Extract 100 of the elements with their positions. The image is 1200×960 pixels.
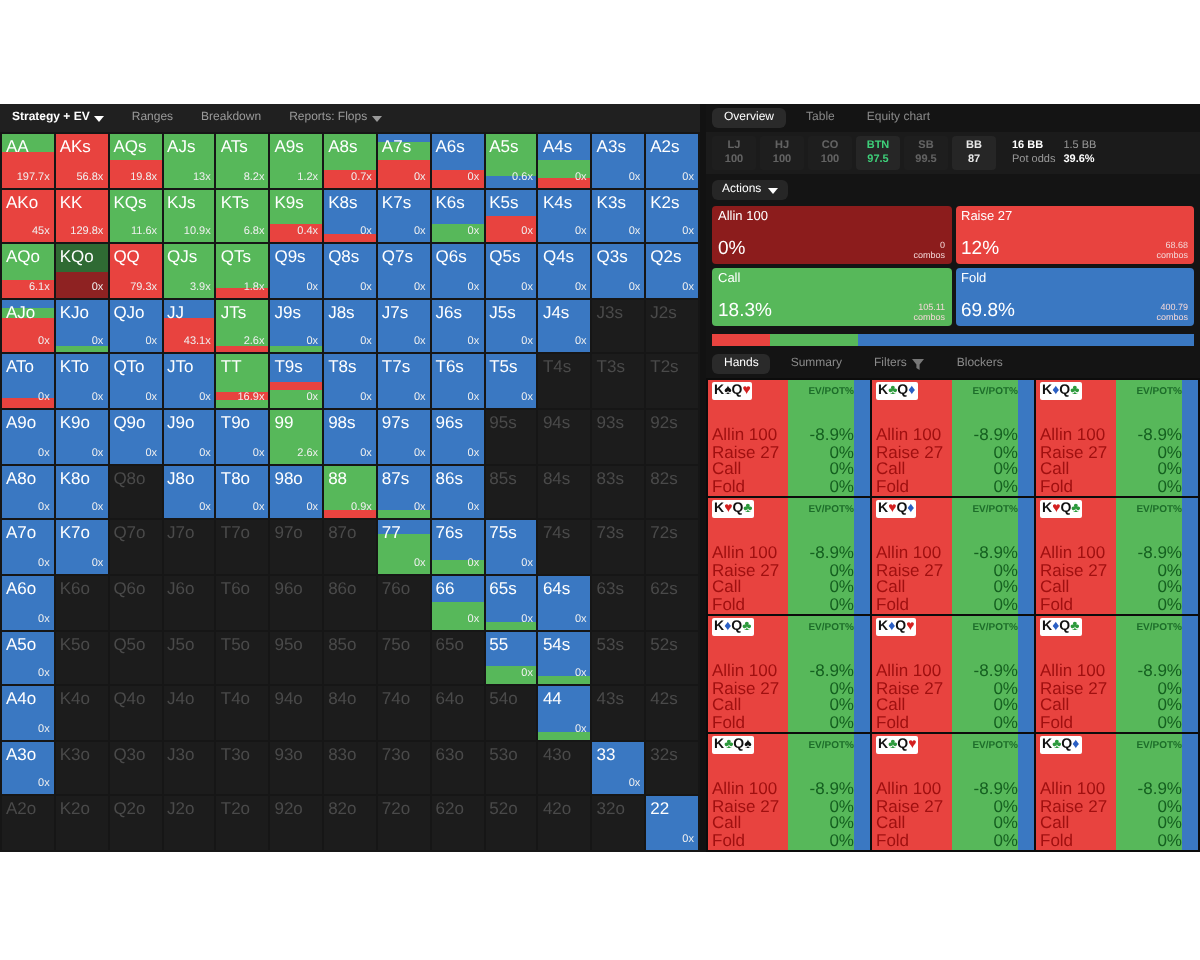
hand-label: Q6s: [435, 246, 467, 267]
ev-value: 0%: [827, 578, 854, 595]
hand-label: KK: [59, 191, 83, 212]
hand-label: 97s: [381, 412, 410, 433]
action-name: Fold: [1040, 595, 1076, 612]
action-name: Call: [1040, 696, 1070, 713]
hand-label: A7s: [381, 136, 412, 156]
ev-value: -8.9%: [973, 662, 1018, 679]
action-name: Raise 27: [876, 561, 946, 578]
action-name: Call: [712, 814, 742, 831]
hand-label: Q9s: [274, 246, 306, 267]
ev-value: -8.9%: [1137, 426, 1182, 443]
ev-value: -8.9%: [1137, 662, 1182, 679]
action-name: Call: [1040, 460, 1070, 477]
hand-label: 55: [489, 633, 509, 654]
action-name: Call: [712, 460, 742, 477]
action-name: Fold: [876, 477, 912, 494]
hand-label: A8o: [6, 467, 37, 488]
hand-label: J4s: [542, 301, 570, 322]
ev-value: 0%: [827, 561, 854, 578]
hand-label: AQo: [6, 246, 41, 267]
hand-label: A6o: [6, 577, 37, 598]
hand-label: A4o: [6, 688, 37, 709]
ev-value: 0%: [991, 797, 1018, 814]
action-frequency: 0%: [718, 238, 748, 260]
action-frequency: 12%: [961, 238, 1002, 260]
ev-value: 0%: [991, 477, 1018, 494]
hand-label: 87s: [381, 467, 410, 488]
ev-value: 0%: [827, 831, 854, 848]
hand-label: QTo: [113, 356, 145, 377]
hand-label: TT: [220, 356, 242, 377]
action-name: Call: [876, 814, 906, 831]
hand-label: K9o: [59, 412, 90, 433]
hand-label: A5o: [6, 633, 37, 654]
hand-label: A3o: [6, 743, 37, 764]
hand-label: KQo: [59, 246, 94, 267]
hand-label: JTs: [220, 301, 247, 322]
action-name: Allin 100: [876, 544, 944, 561]
ev-value: 0%: [827, 797, 854, 814]
hand-label: 98s: [328, 412, 356, 433]
hand-label: Q4s: [542, 246, 575, 267]
hand-label: Q7s: [381, 246, 414, 267]
filter-icon: [912, 358, 925, 370]
hand-label: A4s: [542, 136, 573, 156]
hand-label: KTo: [59, 356, 89, 377]
hand-label: T5s: [489, 356, 518, 377]
ev-value: 0%: [991, 679, 1018, 696]
action-name: Allin 100: [1040, 780, 1108, 797]
action-name: Raise 27: [1040, 679, 1110, 696]
action-name: Fold: [1040, 831, 1076, 848]
ev-value: 0%: [991, 814, 1018, 831]
hand-label: T8o: [220, 467, 251, 488]
action-name: Allin 100: [876, 662, 944, 679]
hand-label: AJs: [167, 136, 196, 156]
ev-value: 0%: [827, 713, 854, 730]
action-name: Raise 27: [712, 679, 782, 696]
hand-label: Q5s: [489, 246, 521, 267]
hand-label: 75s: [489, 522, 517, 543]
hand-label: 98o: [274, 467, 303, 488]
hand-label: J8s: [328, 301, 355, 322]
hand-label: 96s: [435, 412, 463, 433]
hand-label: A3s: [596, 136, 626, 156]
hand-label: Q3s: [596, 246, 628, 267]
hand-label: 44: [542, 688, 562, 709]
hand-label: AKo: [6, 191, 39, 212]
hand-label: JTo: [167, 356, 194, 377]
hand-label: K5s: [489, 191, 519, 212]
action-name: Fold: [876, 595, 912, 612]
ev-value: 0%: [1155, 443, 1182, 460]
hand-label: J7s: [381, 301, 409, 322]
hand-label: K8o: [59, 467, 90, 488]
hand-label: ATs: [220, 136, 248, 156]
hand-label: AKs: [59, 136, 91, 156]
hand-label: 99: [274, 412, 294, 433]
hand-label: 76s: [435, 522, 463, 543]
ev-value: -8.9%: [809, 426, 854, 443]
action-name: Allin 100: [712, 780, 780, 797]
ev-value: -8.9%: [809, 780, 854, 797]
hand-label: K7s: [381, 191, 412, 212]
hand-label: T6s: [435, 356, 464, 377]
hand-label: QTs: [220, 246, 251, 267]
ev-value: 0%: [1155, 696, 1182, 713]
ev-value: 0%: [991, 578, 1018, 595]
ev-value: 0%: [1155, 460, 1182, 477]
action-name: Fold: [712, 713, 748, 730]
ev-value: 0%: [1155, 561, 1182, 578]
hand-label: AA: [6, 136, 29, 156]
caret-icon: [371, 115, 382, 121]
hand-label: J5s: [489, 301, 516, 322]
caret-icon: [93, 115, 104, 121]
hand-label: QQ: [113, 246, 140, 267]
ev-value: 0%: [827, 696, 854, 713]
hand-label: KTs: [220, 191, 250, 212]
ev-value: 0%: [1155, 595, 1182, 612]
hand-label: Q8s: [328, 246, 360, 267]
hand-label: A7o: [6, 522, 37, 543]
hand-label: T9s: [274, 356, 303, 377]
action-frequency: 69.8%: [961, 300, 1017, 322]
action-name: Fold: [712, 831, 748, 848]
action-name: Fold: [712, 595, 748, 612]
